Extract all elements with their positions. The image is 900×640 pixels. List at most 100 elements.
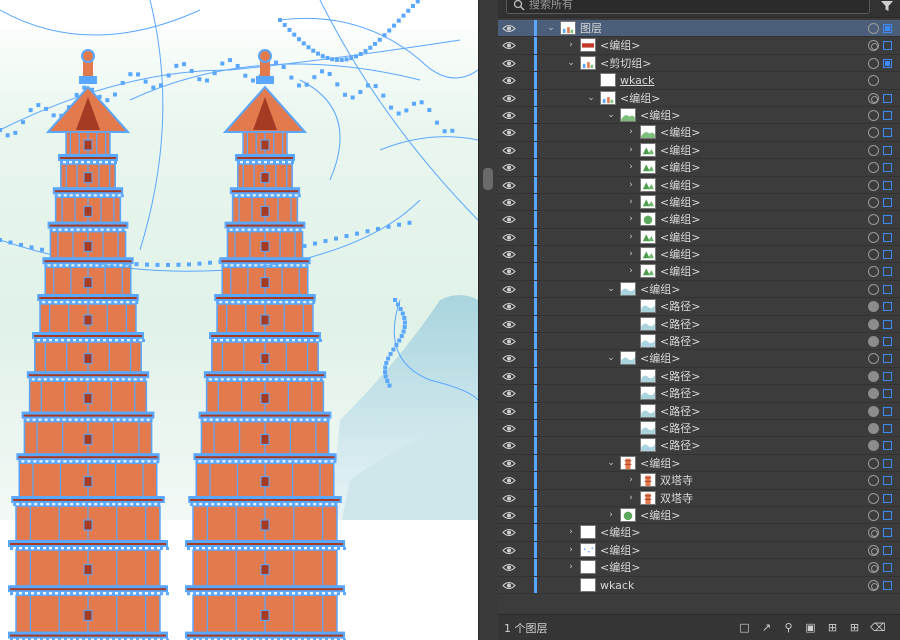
chevron-down-icon[interactable]: ⌄ (606, 109, 616, 121)
target-circle-icon[interactable] (868, 231, 879, 243)
visibility-eye-icon[interactable] (502, 214, 516, 225)
target-circle-icon[interactable] (868, 162, 879, 174)
layer-row[interactable]: › 双塔寺 (498, 489, 900, 507)
visibility-eye-icon[interactable] (502, 249, 516, 260)
target-circle-icon[interactable] (868, 544, 879, 556)
target-circle-icon[interactable] (868, 492, 879, 504)
layer-name[interactable]: <编组> (660, 247, 700, 262)
target-circle-icon[interactable] (868, 266, 879, 278)
chevron-down-icon[interactable]: ⌄ (586, 92, 596, 104)
target-circle-icon[interactable] (868, 109, 879, 121)
visibility-eye-icon[interactable] (502, 75, 516, 86)
selection-square-icon[interactable] (883, 354, 892, 364)
visibility-eye-icon[interactable] (502, 23, 516, 34)
layer-name[interactable]: <编组> (660, 230, 700, 245)
layer-name[interactable]: <路径> (660, 299, 700, 314)
layer-row[interactable]: ⌄ <剪切组> (498, 54, 900, 73)
layer-row[interactable]: <路径> (498, 385, 900, 403)
chevron-right-icon[interactable]: › (626, 161, 636, 173)
target-circle-icon[interactable] (868, 144, 879, 156)
selection-square-icon[interactable] (883, 545, 892, 555)
layer-row[interactable]: ⌄ <编组> (498, 350, 900, 368)
layer-name[interactable]: <编组> (640, 456, 680, 471)
layer-name[interactable]: <路径> (660, 386, 700, 401)
selection-square-icon[interactable] (883, 476, 892, 486)
layer-name[interactable]: <编组> (660, 212, 700, 227)
visibility-eye-icon[interactable] (502, 180, 516, 191)
layer-row[interactable]: <路径> (498, 333, 900, 351)
target-circle-icon[interactable] (868, 562, 879, 574)
layer-name[interactable]: <编组> (640, 108, 680, 123)
export-icon[interactable]: ↗ (760, 621, 773, 634)
selection-square-icon[interactable] (883, 319, 892, 329)
selection-square-icon[interactable] (883, 58, 892, 68)
layer-name[interactable]: <编组> (600, 560, 640, 575)
selection-square-icon[interactable] (883, 337, 892, 347)
layer-row[interactable]: <路径> (498, 437, 900, 455)
layer-name[interactable]: <编组> (660, 178, 700, 193)
selection-square-icon[interactable] (883, 302, 892, 312)
visibility-eye-icon[interactable] (502, 110, 516, 121)
search-input[interactable]: 搜索所有 (506, 0, 870, 14)
visibility-eye-icon[interactable] (502, 353, 516, 364)
selection-square-icon[interactable] (883, 180, 892, 190)
layer-row[interactable]: › <编组> (498, 37, 900, 55)
collect-export-icon[interactable]: □ (738, 621, 751, 634)
layer-name[interactable]: <路径> (660, 404, 700, 419)
selection-square-icon[interactable] (883, 110, 892, 120)
target-circle-icon[interactable] (868, 457, 879, 469)
visibility-eye-icon[interactable] (502, 284, 516, 295)
panel-splitter[interactable] (478, 0, 498, 640)
layer-name[interactable]: 双塔寺 (660, 473, 693, 488)
filter-icon[interactable] (880, 0, 894, 12)
target-circle-icon[interactable] (868, 579, 879, 591)
selection-square-icon[interactable] (883, 406, 892, 416)
target-circle-icon[interactable] (868, 318, 879, 330)
layer-row[interactable]: <路径> (498, 367, 900, 386)
selection-square-icon[interactable] (883, 458, 892, 468)
visibility-eye-icon[interactable] (502, 423, 516, 434)
layer-row[interactable]: wkack (498, 72, 900, 90)
target-circle-icon[interactable] (868, 127, 879, 139)
visibility-eye-icon[interactable] (502, 58, 516, 69)
visibility-eye-icon[interactable] (502, 580, 516, 591)
layer-name[interactable]: <编组> (660, 264, 700, 279)
layer-name[interactable]: <编组> (660, 125, 700, 140)
selection-square-icon[interactable] (883, 580, 892, 590)
target-circle-icon[interactable] (868, 475, 879, 487)
layer-name[interactable]: <编组> (640, 282, 680, 297)
selection-square-icon[interactable] (883, 232, 892, 242)
selection-square-icon[interactable] (883, 563, 892, 573)
layer-row[interactable]: › <编组> (498, 541, 900, 560)
layer-row[interactable]: <路径> (498, 419, 900, 438)
locate-object-icon[interactable]: ⚲ (782, 621, 795, 634)
layer-row[interactable]: › <编组> (498, 228, 900, 247)
layer-name[interactable]: <路径> (660, 421, 700, 436)
selection-square-icon[interactable] (883, 389, 892, 399)
visibility-eye-icon[interactable] (502, 93, 516, 104)
selection-square-icon[interactable] (883, 250, 892, 260)
chevron-right-icon[interactable]: › (566, 561, 576, 573)
visibility-eye-icon[interactable] (502, 562, 516, 573)
selection-square-icon[interactable] (883, 267, 892, 277)
chevron-down-icon[interactable]: ⌄ (606, 457, 616, 469)
layer-row[interactable]: ⌄ <编组> (498, 280, 900, 299)
selection-square-icon[interactable] (883, 493, 892, 503)
layer-row[interactable]: › <编组> (498, 176, 900, 194)
visibility-eye-icon[interactable] (502, 475, 516, 486)
target-circle-icon[interactable] (868, 353, 879, 365)
chevron-right-icon[interactable]: › (626, 265, 636, 277)
chevron-down-icon[interactable]: ⌄ (606, 283, 616, 295)
layer-row[interactable]: › <编组> (498, 211, 900, 229)
visibility-eye-icon[interactable] (502, 493, 516, 504)
target-circle-icon[interactable] (868, 214, 879, 226)
layer-name[interactable]: <剪切组> (600, 56, 651, 71)
chevron-down-icon[interactable]: ⌄ (566, 57, 576, 69)
chevron-right-icon[interactable]: › (626, 126, 636, 138)
new-layer-icon[interactable]: ⊞ (848, 621, 861, 634)
target-circle-icon[interactable] (868, 301, 879, 313)
make-clipping-mask-icon[interactable]: ▣ (804, 621, 817, 634)
layer-name[interactable]: wkack (620, 73, 654, 88)
target-circle-icon[interactable] (868, 440, 879, 452)
chevron-down-icon[interactable]: ⌄ (546, 22, 556, 34)
